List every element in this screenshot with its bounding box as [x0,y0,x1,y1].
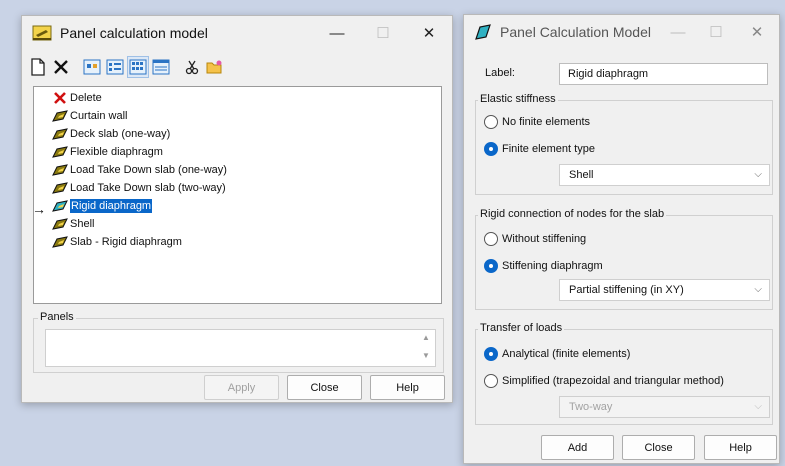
finite-element-type-select[interactable]: Shell ⌵ [559,164,770,186]
close-window-button[interactable]: ✕ [406,24,452,42]
stiffening-value: Partial stiffening (in XY) [569,284,684,296]
list-item[interactable]: Delete [52,89,102,107]
radio-simplified[interactable] [484,374,498,388]
load-distribution-value: Two-way [569,401,613,413]
without-stiffening-radio[interactable]: Without stiffening [484,232,586,246]
label-caption: Label: [485,67,515,79]
left-window-title: Panel calculation model [60,25,208,41]
radio-finite-element-type[interactable] [484,142,498,156]
small-icons-view-icon[interactable] [104,56,126,78]
new-document-icon[interactable] [27,56,49,78]
panels-field[interactable] [45,329,436,367]
transfer-of-loads-legend: Transfer of loads [478,322,565,334]
no-finite-elements-label: No finite elements [502,116,591,128]
list-item-label: Curtain wall [70,110,128,122]
minimize-button[interactable]: — [314,25,360,42]
minimize-button-right[interactable]: — [659,24,697,41]
analytical-label: Analytical (finite elements) [502,348,631,360]
help-button-right[interactable]: Help [704,435,777,460]
list-item[interactable]: Load Take Down slab (one-way) [52,161,227,179]
simplified-radio[interactable]: Simplified (trapezoidal and triangular m… [484,374,724,388]
list-item[interactable]: Curtain wall [52,107,127,125]
close-button[interactable]: Close [287,375,362,400]
help-button[interactable]: Help [370,375,445,400]
list-item-label: Slab - Rigid diaphragm [70,236,182,248]
list-item[interactable]: Shell [52,215,94,233]
elastic-stiffness-group: Elastic stiffness No finite elements Fin… [475,93,773,195]
panel-icon [52,128,68,140]
apply-button[interactable]: Apply [204,375,279,400]
panel-edit-icon [474,23,492,41]
elastic-stiffness-legend: Elastic stiffness [478,93,558,105]
radio-analytical[interactable] [484,347,498,361]
right-window-title: Panel Calculation Model [500,24,651,40]
list-item-label: Load Take Down slab (one-way) [70,164,227,176]
list-item-label: Flexible diaphragm [70,146,163,158]
toolbar [27,54,227,80]
panel-icon [52,236,68,248]
finite-element-type-radio[interactable]: Finite element type [484,142,595,156]
scissors-icon[interactable] [181,56,203,78]
list-item[interactable]: Deck slab (one-way) [52,125,170,143]
stiffening-diaphragm-label: Stiffening diaphragm [502,260,603,272]
list-item[interactable]: Rigid diaphragm [52,197,153,215]
close-window-button-right[interactable]: ✕ [735,23,779,41]
panel-calculation-model-dialog: Panel Calculation Model — ☐ ✕ Label: Rig… [463,14,780,464]
load-distribution-select[interactable]: Two-way ⌵ [559,396,770,418]
panels-group: Panels ▲ ▼ [33,311,444,373]
radio-stiffening-diaphragm[interactable] [484,259,498,273]
without-stiffening-label: Without stiffening [502,233,587,245]
maximize-button-right[interactable]: ☐ [697,23,735,41]
maximize-button[interactable]: ☐ [360,24,406,42]
label-field[interactable]: Rigid diaphragm [559,63,768,85]
app-icon [32,24,52,42]
chevron-down-icon: ⌵ [754,169,762,180]
current-item-arrow: → [32,201,46,217]
details-view-icon[interactable] [150,56,172,78]
open-folder-icon[interactable] [204,56,226,78]
finite-element-type-label: Finite element type [502,143,595,155]
stiffening-select[interactable]: Partial stiffening (in XY) ⌵ [559,279,770,301]
large-icons-view-icon[interactable] [81,56,103,78]
chevron-down-icon: ⌵ [754,401,762,412]
radio-no-finite-elements[interactable] [484,115,498,129]
panels-label: Panels [38,311,76,323]
list-item-label: Load Take Down slab (two-way) [70,182,226,194]
delete-icon[interactable] [50,56,72,78]
chevron-down-icon: ⌵ [754,284,762,295]
list-view-icon[interactable] [127,56,149,78]
add-button[interactable]: Add [541,435,614,460]
finite-element-type-value: Shell [569,169,594,181]
calculation-model-list[interactable]: Delete Curtain wall Deck slab (one-way) Fle… [33,86,442,304]
list-item-label: Rigid diaphragm [70,199,153,213]
list-item[interactable]: Slab - Rigid diaphragm [52,233,182,251]
panel-icon [52,200,68,212]
stiffening-diaphragm-radio[interactable]: Stiffening diaphragm [484,259,603,273]
scroll-down-icon[interactable]: ▼ [419,351,433,360]
simplified-label: Simplified (trapezoidal and triangular m… [502,375,724,387]
delete-x-icon [52,92,68,104]
radio-without-stiffening[interactable] [484,232,498,246]
list-item-label: Shell [70,218,95,230]
transfer-of-loads-group: Transfer of loads Analytical (finite ele… [475,322,773,425]
panel-icon [52,164,68,176]
list-item-label: Delete [70,92,102,104]
rigid-connection-group: Rigid connection of nodes for the slab W… [475,208,773,310]
panel-icon [52,110,68,122]
rigid-connection-legend: Rigid connection of nodes for the slab [478,208,667,220]
panel-icon [52,218,68,230]
panel-icon [52,182,68,194]
panel-calculation-model-window: Panel calculation model — ☐ ✕ Delete Cur… [21,15,453,403]
scroll-up-icon[interactable]: ▲ [419,333,433,342]
list-item[interactable]: Load Take Down slab (two-way) [52,179,226,197]
panel-icon [52,146,68,158]
close-button-right[interactable]: Close [622,435,695,460]
analytical-radio[interactable]: Analytical (finite elements) [484,347,630,361]
no-finite-elements-radio[interactable]: No finite elements [484,115,590,129]
list-item-label: Deck slab (one-way) [70,128,171,140]
list-item[interactable]: Flexible diaphragm [52,143,163,161]
